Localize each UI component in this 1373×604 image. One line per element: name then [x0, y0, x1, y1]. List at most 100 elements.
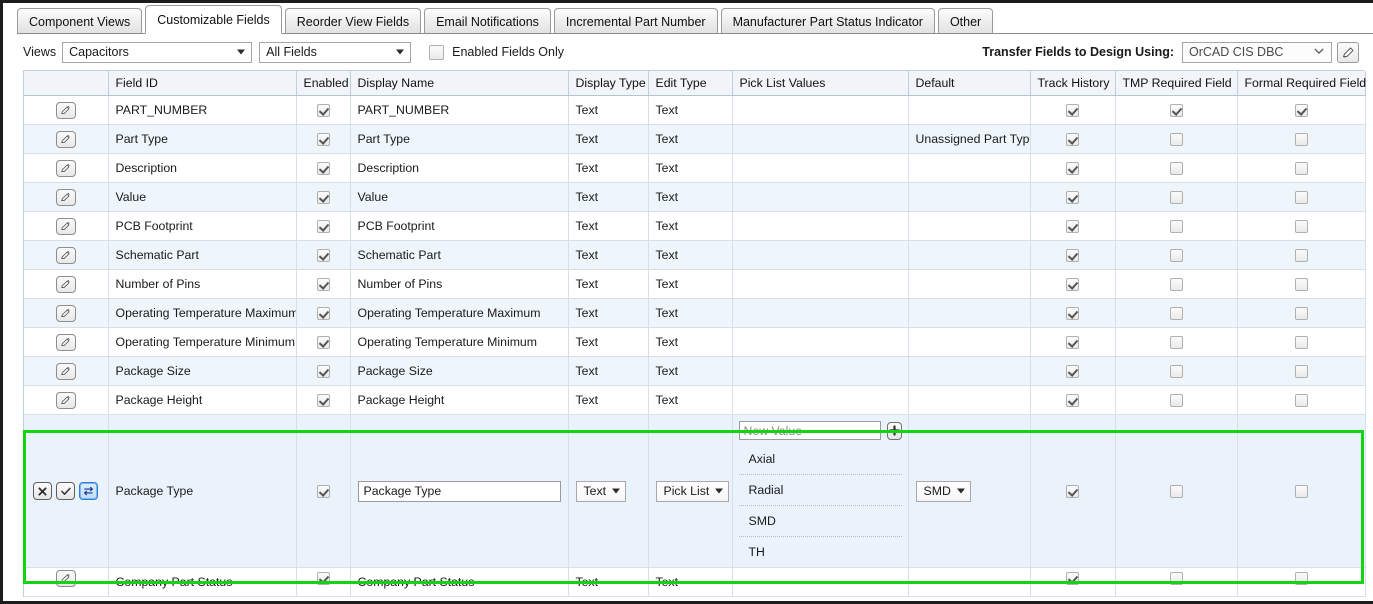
edit-track-history-checkbox[interactable]: [1066, 485, 1079, 498]
enabled-checkbox[interactable]: [317, 249, 330, 262]
edit-row-button[interactable]: [56, 102, 76, 119]
enabled-checkbox[interactable]: [317, 104, 330, 117]
enabled-checkbox[interactable]: [317, 365, 330, 378]
tab-incremental-part-number[interactable]: Incremental Part Number: [554, 8, 718, 34]
tmp-required-field-checkbox[interactable]: [1170, 191, 1183, 204]
enabled-checkbox[interactable]: [317, 133, 330, 146]
table-row[interactable]: Part TypePart TypeTextTextUnassigned Par…: [24, 125, 1365, 154]
tab-manufacturer-part-status-indicator[interactable]: Manufacturer Part Status Indicator: [721, 8, 935, 34]
enabled-checkbox[interactable]: [317, 220, 330, 233]
edit-row-button[interactable]: [56, 305, 76, 322]
track-history-checkbox[interactable]: [1066, 336, 1079, 349]
track-history-checkbox[interactable]: [1066, 220, 1079, 233]
track-history-checkbox[interactable]: [1066, 249, 1079, 262]
pick-list-item[interactable]: Axial: [739, 444, 902, 475]
track-history-checkbox[interactable]: [1066, 162, 1079, 175]
formal-required-field-checkbox[interactable]: [1295, 572, 1308, 585]
table-row[interactable]: Company Part StatusCompany Part StatusTe…: [24, 568, 1365, 597]
tab-email-notifications[interactable]: Email Notifications: [424, 8, 551, 34]
pick-list-item[interactable]: Radial: [739, 475, 902, 506]
edit-row-button[interactable]: [56, 189, 76, 206]
tmp-required-field-checkbox[interactable]: [1170, 104, 1183, 117]
enabled-checkbox[interactable]: [317, 336, 330, 349]
enabled-checkbox[interactable]: [317, 278, 330, 291]
formal-required-field-checkbox[interactable]: [1295, 220, 1308, 233]
edit-row-button[interactable]: [56, 218, 76, 235]
table-row[interactable]: Operating Temperature MinimumOperating T…: [24, 328, 1365, 357]
edit-type-select[interactable]: Pick List: [656, 481, 730, 502]
tmp-required-field-checkbox[interactable]: [1170, 220, 1183, 233]
tmp-required-field-checkbox[interactable]: [1170, 162, 1183, 175]
formal-required-field-checkbox[interactable]: [1295, 336, 1308, 349]
edit-row-button[interactable]: [56, 570, 76, 587]
default-value-select[interactable]: SMD: [916, 481, 971, 502]
tmp-required-field-checkbox[interactable]: [1170, 572, 1183, 585]
tab-other[interactable]: Other: [938, 8, 993, 34]
pick-list-item[interactable]: SMD: [739, 506, 902, 537]
add-pick-value-button[interactable]: [887, 422, 902, 440]
edit-row-button[interactable]: [56, 160, 76, 177]
table-row[interactable]: DescriptionDescriptionTextText: [24, 154, 1365, 183]
tmp-required-field-checkbox[interactable]: [1170, 133, 1183, 146]
cancel-edit-button[interactable]: [33, 482, 52, 500]
tmp-required-field-checkbox[interactable]: [1170, 336, 1183, 349]
table-row[interactable]: Schematic PartSchematic PartTextText: [24, 241, 1365, 270]
tmp-required-field-checkbox[interactable]: [1170, 394, 1183, 407]
confirm-edit-button[interactable]: [56, 482, 75, 500]
editing-row[interactable]: Package TypeTextPick ListAxialRadialSMDT…: [24, 415, 1365, 568]
edit-tmp-required-field-checkbox[interactable]: [1170, 485, 1183, 498]
formal-required-field-checkbox[interactable]: [1295, 191, 1308, 204]
track-history-checkbox[interactable]: [1066, 191, 1079, 204]
display-name-input[interactable]: [358, 481, 561, 502]
enabled-checkbox[interactable]: [317, 572, 330, 585]
track-history-checkbox[interactable]: [1066, 278, 1079, 291]
swap-values-button[interactable]: [79, 482, 98, 500]
track-history-checkbox[interactable]: [1066, 104, 1079, 117]
tab-component-views[interactable]: Component Views: [17, 8, 142, 34]
edit-row-button[interactable]: [56, 131, 76, 148]
tab-reorder-view-fields[interactable]: Reorder View Fields: [285, 8, 421, 34]
table-row[interactable]: Package HeightPackage HeightTextText: [24, 386, 1365, 415]
edit-row-button[interactable]: [56, 276, 76, 293]
transfer-target-select[interactable]: OrCAD CIS DBC: [1182, 42, 1332, 63]
table-row[interactable]: Package SizePackage SizeTextText: [24, 357, 1365, 386]
edit-enabled-checkbox[interactable]: [317, 485, 330, 498]
formal-required-field-checkbox[interactable]: [1295, 307, 1308, 320]
enabled-fields-only-group[interactable]: Enabled Fields Only: [429, 45, 564, 60]
fields-filter-select[interactable]: All Fields: [259, 42, 411, 63]
table-row[interactable]: PART_NUMBERPART_NUMBERTextText: [24, 96, 1365, 125]
edit-row-button[interactable]: [56, 363, 76, 380]
formal-required-field-checkbox[interactable]: [1295, 104, 1308, 117]
tab-customizable-fields[interactable]: Customizable Fields: [145, 5, 282, 34]
transfer-edit-button[interactable]: [1337, 42, 1359, 63]
tmp-required-field-checkbox[interactable]: [1170, 365, 1183, 378]
formal-required-field-checkbox[interactable]: [1295, 249, 1308, 262]
table-row[interactable]: ValueValueTextText: [24, 183, 1365, 212]
enabled-checkbox[interactable]: [317, 307, 330, 320]
formal-required-field-checkbox[interactable]: [1295, 133, 1308, 146]
edit-row-button[interactable]: [56, 247, 76, 264]
track-history-checkbox[interactable]: [1066, 394, 1079, 407]
display-type-select[interactable]: Text: [576, 481, 627, 502]
table-row[interactable]: PCB FootprintPCB FootprintTextText: [24, 212, 1365, 241]
track-history-checkbox[interactable]: [1066, 572, 1079, 585]
track-history-checkbox[interactable]: [1066, 307, 1079, 320]
formal-required-field-checkbox[interactable]: [1295, 394, 1308, 407]
edit-row-button[interactable]: [56, 392, 76, 409]
formal-required-field-checkbox[interactable]: [1295, 365, 1308, 378]
edit-row-button[interactable]: [56, 334, 76, 351]
views-select[interactable]: Capacitors: [62, 42, 252, 63]
enabled-fields-only-checkbox[interactable]: [429, 45, 444, 60]
new-pick-value-input[interactable]: [739, 421, 881, 440]
formal-required-field-checkbox[interactable]: [1295, 278, 1308, 291]
track-history-checkbox[interactable]: [1066, 365, 1079, 378]
track-history-checkbox[interactable]: [1066, 133, 1079, 146]
tmp-required-field-checkbox[interactable]: [1170, 278, 1183, 291]
tmp-required-field-checkbox[interactable]: [1170, 307, 1183, 320]
enabled-checkbox[interactable]: [317, 162, 330, 175]
tmp-required-field-checkbox[interactable]: [1170, 249, 1183, 262]
table-row[interactable]: Operating Temperature MaximumOperating T…: [24, 299, 1365, 328]
pick-list-item[interactable]: TH: [739, 537, 902, 567]
edit-formal-required-field-checkbox[interactable]: [1295, 485, 1308, 498]
enabled-checkbox[interactable]: [317, 191, 330, 204]
